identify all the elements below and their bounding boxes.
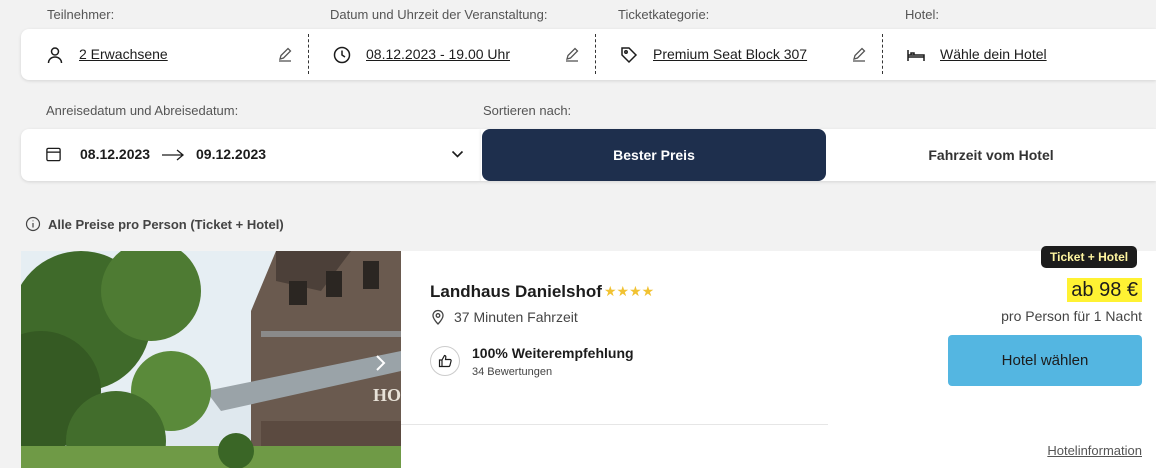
select-hotel-button[interactable]: Hotel wählen [948, 335, 1142, 386]
hotel-filter[interactable]: Wähle dein Hotel [882, 29, 1156, 80]
travel-dates-label: Anreisedatum und Abreisedatum: [46, 103, 239, 118]
location-pin-icon [432, 309, 444, 325]
ticket-category-label: Ticketkategorie: [618, 7, 710, 22]
hotel-price: ab 98 € [1067, 278, 1142, 302]
hotel-photo[interactable]: HO [21, 251, 401, 468]
booking-filter-bar: 2 Erwachsene 08.12.2023 - 19.00 Uhr Prem… [21, 29, 1156, 80]
price-info-text: Alle Preise pro Person (Ticket + Hotel) [48, 216, 284, 232]
ticket-hotel-badge: Ticket + Hotel [1041, 246, 1138, 268]
svg-text:HO: HO [373, 385, 401, 405]
pencil-icon[interactable] [564, 46, 580, 62]
clock-icon [333, 46, 351, 64]
arrival-date: 08.12.2023 [80, 146, 151, 162]
sort-best-price-button[interactable]: Bester Preis [482, 129, 826, 181]
hotel-information-link[interactable]: Hotelinformation [1047, 443, 1142, 458]
ticket-category-value[interactable]: Premium Seat Block 307 [653, 46, 807, 62]
participants-value[interactable]: 2 Erwachsene [79, 46, 168, 62]
bed-icon [907, 50, 925, 61]
event-datetime-value[interactable]: 08.12.2023 - 19.00 Uhr [366, 46, 510, 62]
star-rating: ★★★★ [604, 283, 655, 299]
price-info-note: Alle Preise pro Person (Ticket + Hotel) [25, 216, 284, 232]
departure-date: 09.12.2023 [196, 146, 267, 162]
hotel-photo-image: HO [21, 251, 401, 468]
participants-label: Teilnehmer: [47, 7, 115, 22]
thumbs-up-icon [430, 346, 460, 376]
event-datetime-label: Datum und Uhrzeit der Veranstaltung: [330, 7, 548, 22]
chevron-right-icon[interactable] [374, 354, 386, 372]
date-range-selector[interactable]: 08.12.2023 09.12.2023 [21, 129, 481, 181]
event-datetime-filter[interactable]: 08.12.2023 - 19.00 Uhr [308, 29, 595, 80]
hotel-value[interactable]: Wähle dein Hotel [940, 46, 1047, 62]
pencil-icon[interactable] [277, 46, 293, 62]
person-icon [47, 47, 63, 64]
chevron-down-icon[interactable] [451, 149, 464, 159]
calendar-icon [46, 147, 61, 162]
info-icon [25, 216, 41, 232]
travel-time-text: 37 Minuten Fahrzeit [454, 309, 578, 325]
recommendation-rate: 100% Weiterempfehlung [472, 345, 634, 361]
tag-icon [621, 47, 638, 64]
sort-label: Sortieren nach: [483, 103, 572, 118]
sort-travel-time-button[interactable]: Fahrzeit vom Hotel [826, 129, 1156, 181]
ticket-category-filter[interactable]: Premium Seat Block 307 [595, 29, 882, 80]
hotel-name[interactable]: Landhaus Danielshof [430, 282, 602, 302]
price-per-person-note: pro Person für 1 Nacht [1001, 308, 1142, 324]
arrow-right-icon [162, 149, 185, 161]
review-count: 34 Bewertungen [472, 366, 553, 378]
pencil-icon[interactable] [851, 46, 867, 62]
divider [401, 424, 828, 425]
participants-filter[interactable]: 2 Erwachsene [21, 29, 308, 80]
hotel-label: Hotel: [905, 7, 939, 22]
travel-time: 37 Minuten Fahrzeit [430, 309, 578, 325]
